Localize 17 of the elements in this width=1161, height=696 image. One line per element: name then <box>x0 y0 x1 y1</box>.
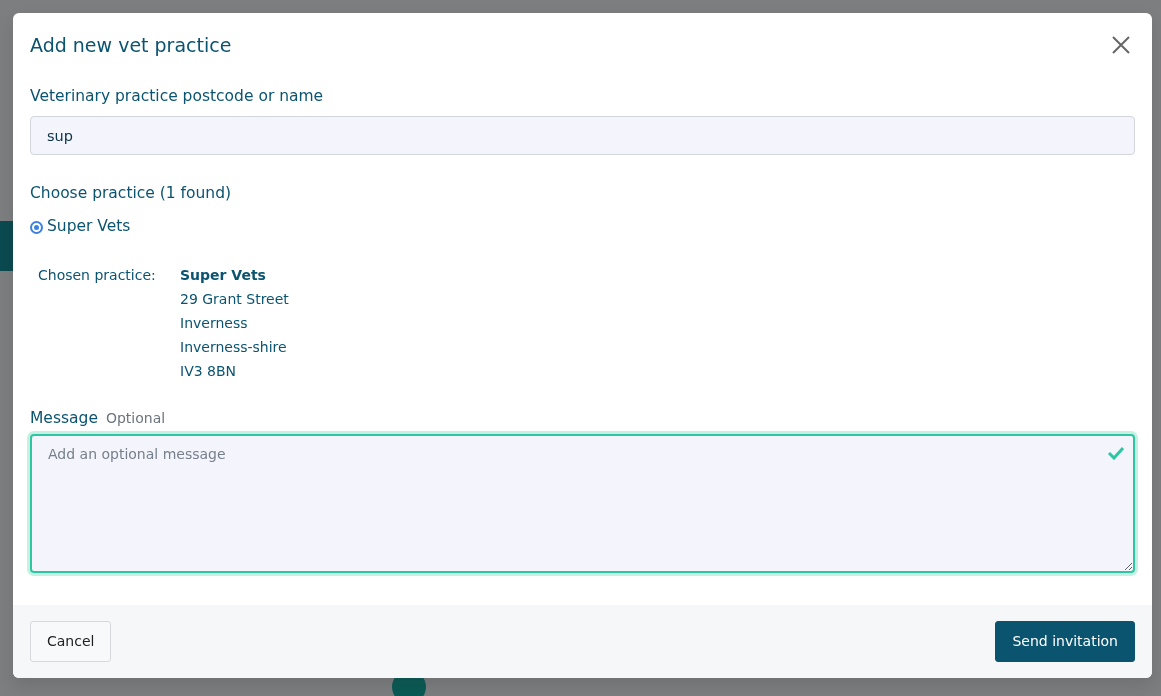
address-line: IV3 8BN <box>180 361 238 381</box>
cancel-button[interactable]: Cancel <box>30 621 112 662</box>
field-label: Chosen practice: <box>38 266 156 283</box>
field-label: Message <box>30 407 98 429</box>
field-label: Veterinary practice postcode or name <box>30 87 324 105</box>
section-label: Choose practice (1 found) <box>30 184 232 203</box>
address-line: 29 Grant Street <box>180 289 289 309</box>
message-field[interactable]: Add an optional message <box>30 433 1135 573</box>
send-button[interactable]: Send invitation <box>995 621 1135 662</box>
practice-name: Super Vets <box>180 265 267 285</box>
dialog-title: Add new vet practice <box>30 33 232 57</box>
search-field[interactable]: sup <box>30 116 1135 156</box>
address-line: Inverness-shire <box>180 337 288 357</box>
address-line: Inverness <box>180 313 249 333</box>
menu-highlight <box>0 221 13 271</box>
optional-hint: Optional <box>105 408 166 428</box>
practice-option[interactable]: Super Vets <box>30 215 131 239</box>
